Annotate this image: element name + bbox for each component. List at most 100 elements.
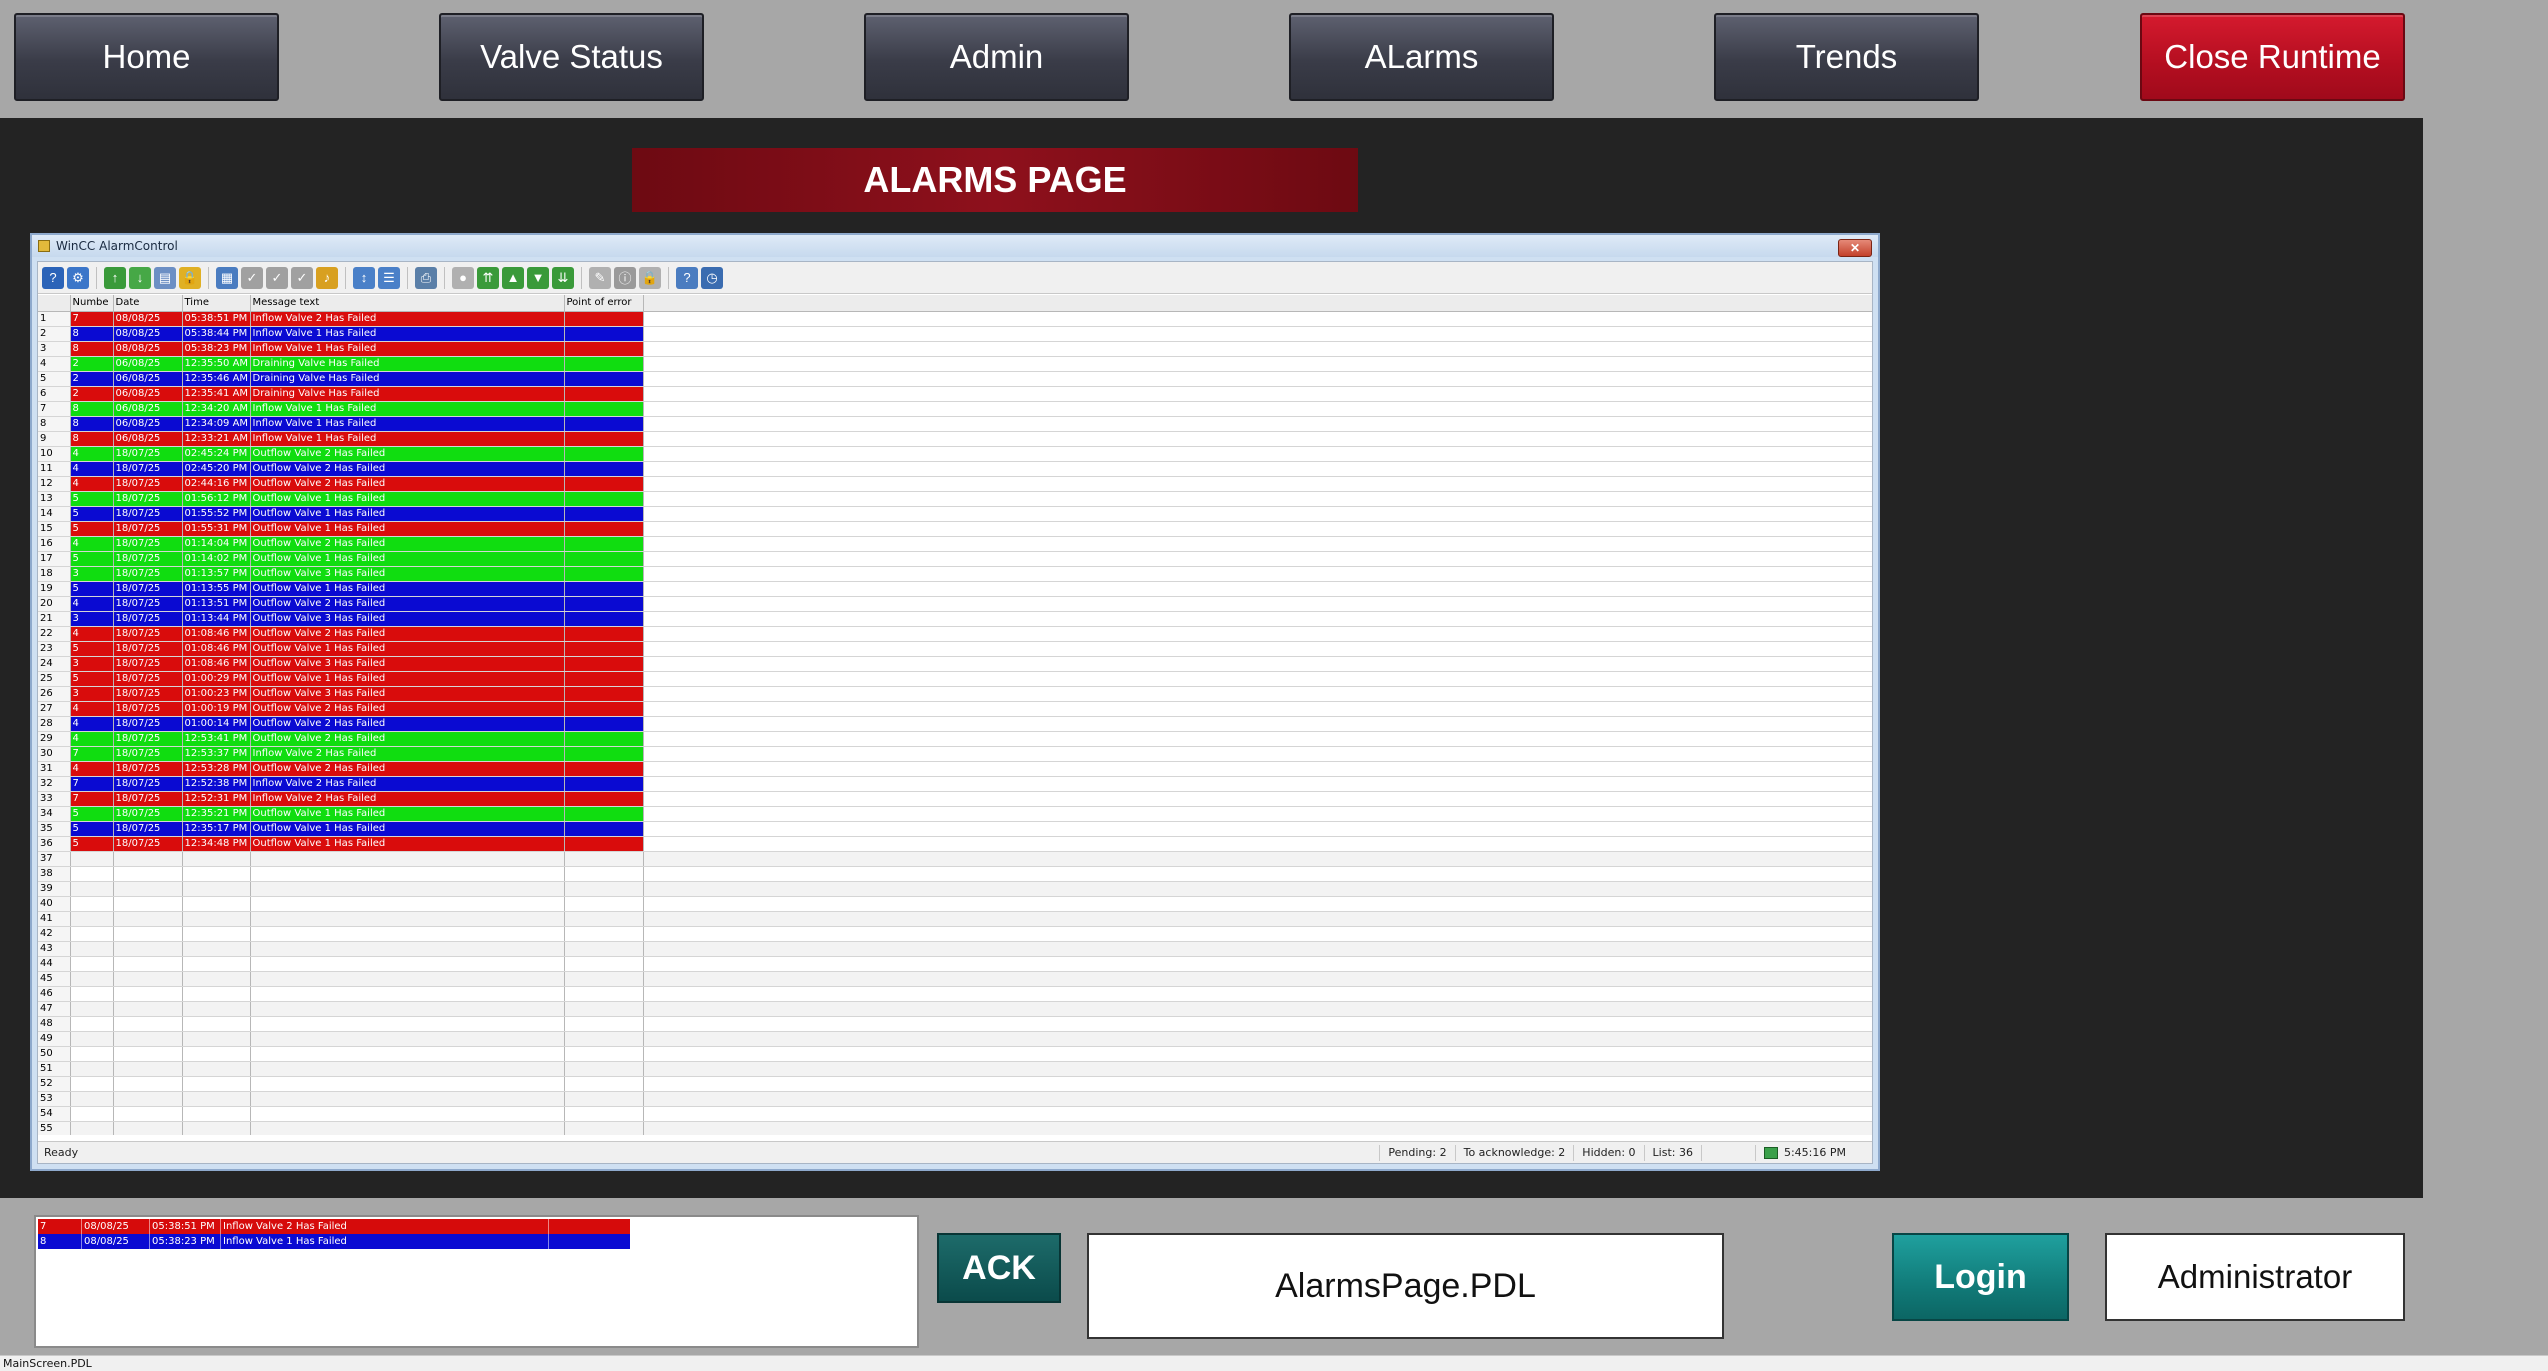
alarm-number-cell: 5 xyxy=(70,836,114,852)
row-number: 27 xyxy=(38,701,71,717)
alarm-row[interactable]: 31 4 18/07/25 12:53:28 PM Outflow Valve 2 Ha… xyxy=(38,761,1872,777)
time-icon[interactable]: ◷ xyxy=(701,266,723,289)
column-header-message[interactable]: Message text xyxy=(250,295,565,312)
ack-single-icon[interactable]: ✓ xyxy=(241,266,263,289)
empty-cell xyxy=(564,971,644,987)
alarm-row[interactable]: 16 4 18/07/25 01:14:04 PM Outflow Valve 2 Ha… xyxy=(38,536,1872,552)
row-filler xyxy=(643,401,1872,417)
lock-alarm-icon[interactable]: 🔒 xyxy=(639,266,661,289)
alarm-row[interactable]: 15 5 18/07/25 01:55:31 PM Outflow Valve 1 Ha… xyxy=(38,521,1872,537)
first-page-icon[interactable]: ↑ xyxy=(104,266,126,289)
ack-group-icon[interactable]: ✓ xyxy=(266,266,288,289)
alarm-line-time: 05:38:23 PM xyxy=(150,1234,221,1249)
trends-button[interactable]: Trends xyxy=(1714,13,1979,101)
column-header-point-of-error[interactable]: Point of error xyxy=(564,295,644,312)
report-icon[interactable]: ▤ xyxy=(154,266,176,289)
alarm-line-row[interactable]: 8 08/08/25 05:38:23 PM Inflow Valve 1 Ha… xyxy=(38,1234,630,1249)
alarm-row[interactable]: 14 5 18/07/25 01:55:52 PM Outflow Valve 1 Ha… xyxy=(38,506,1872,522)
alarm-row[interactable]: 1 7 08/08/25 05:38:51 PM Inflow Valve 2 Has … xyxy=(38,311,1872,327)
alarm-row[interactable]: 30 7 18/07/25 12:53:37 PM Inflow Valve 2 Has… xyxy=(38,746,1872,762)
valve-status-button[interactable]: Valve Status xyxy=(439,13,704,101)
chart-icon[interactable]: ▦ xyxy=(216,266,238,289)
alarm-row[interactable]: 9 8 06/08/25 12:33:21 AM Inflow Valve 1 Has … xyxy=(38,431,1872,447)
alarm-row[interactable]: 24 3 18/07/25 01:08:46 PM Outflow Valve 3 Ha… xyxy=(38,656,1872,672)
alarm-row[interactable]: 3 8 08/08/25 05:38:23 PM Inflow Valve 1 Has … xyxy=(38,341,1872,357)
close-runtime-button[interactable]: Close Runtime xyxy=(2140,13,2405,101)
alarm-table-header: Numbe Date Time Message text Point of er… xyxy=(38,295,1872,312)
info-icon[interactable]: ⓘ xyxy=(614,266,636,289)
select-icon[interactable]: ☰ xyxy=(378,266,400,289)
alarm-row[interactable]: 25 5 18/07/25 01:00:29 PM Outflow Valve 1 Ha… xyxy=(38,671,1872,687)
row-filler xyxy=(643,371,1872,387)
sort-icon[interactable]: ↕ xyxy=(353,266,375,289)
lock-icon[interactable]: 🔒 xyxy=(179,266,201,289)
column-header-number[interactable]: Numbe xyxy=(70,295,114,312)
print-icon[interactable]: ⎙ xyxy=(415,266,437,289)
empty-cell xyxy=(182,1046,251,1062)
alarm-row[interactable]: 20 4 18/07/25 01:13:51 PM Outflow Valve 2 Ha… xyxy=(38,596,1872,612)
alarm-row[interactable]: 11 4 18/07/25 02:45:20 PM Outflow Valve 2 Ha… xyxy=(38,461,1872,477)
empty-cell xyxy=(564,1091,644,1107)
alarm-grid[interactable]: Numbe Date Time Message text Point of er… xyxy=(38,295,1872,1135)
alarm-date-cell: 18/07/25 xyxy=(113,686,183,702)
admin-button[interactable]: Admin xyxy=(864,13,1129,101)
comment-icon[interactable]: ✎ xyxy=(589,266,611,289)
login-button[interactable]: Login xyxy=(1892,1233,2069,1321)
alarm-row[interactable]: 28 4 18/07/25 01:00:14 PM Outflow Valve 2 Ha… xyxy=(38,716,1872,732)
alarm-row[interactable]: 13 5 18/07/25 01:56:12 PM Outflow Valve 1 Ha… xyxy=(38,491,1872,507)
alarm-row[interactable]: 33 7 18/07/25 12:52:31 PM Inflow Valve 2 Has… xyxy=(38,791,1872,807)
empty-cell xyxy=(70,881,114,897)
alarm-line-row[interactable]: 7 08/08/25 05:38:51 PM Inflow Valve 2 Ha… xyxy=(38,1219,630,1234)
alarm-row[interactable]: 26 3 18/07/25 01:00:23 PM Outflow Valve 3 Ha… xyxy=(38,686,1872,702)
help-icon[interactable]: ? xyxy=(42,266,64,289)
next-alarm-icon[interactable]: ▼ xyxy=(527,266,549,289)
toolbar-separator xyxy=(407,266,408,289)
alarm-time-cell: 12:35:50 AM xyxy=(182,356,251,372)
alarm-row[interactable]: 32 7 18/07/25 12:52:38 PM Inflow Valve 2 Has… xyxy=(38,776,1872,792)
alarm-row[interactable]: 12 4 18/07/25 02:44:16 PM Outflow Valve 2 Ha… xyxy=(38,476,1872,492)
bottom-icon[interactable]: ⇊ xyxy=(552,266,574,289)
alarm-row[interactable]: 18 3 18/07/25 01:13:57 PM Outflow Valve 3 Ha… xyxy=(38,566,1872,582)
alarm-message-cell: Inflow Valve 1 Has Failed xyxy=(250,341,565,357)
alarm-row[interactable]: 19 5 18/07/25 01:13:55 PM Outflow Valve 1 Ha… xyxy=(38,581,1872,597)
row-filler xyxy=(643,1091,1872,1107)
alarm-row[interactable]: 21 3 18/07/25 01:13:44 PM Outflow Valve 3 Ha… xyxy=(38,611,1872,627)
row-number: 25 xyxy=(38,671,71,687)
home-button[interactable]: Home xyxy=(14,13,279,101)
row-filler xyxy=(643,506,1872,522)
column-header-date[interactable]: Date xyxy=(113,295,183,312)
empty-row: 37 xyxy=(38,851,1872,867)
alarm-row[interactable]: 23 5 18/07/25 01:08:46 PM Outflow Valve 1 Ha… xyxy=(38,641,1872,657)
alarm-row[interactable]: 10 4 18/07/25 02:45:24 PM Outflow Valve 2 Ha… xyxy=(38,446,1872,462)
hornsignal-icon[interactable]: ♪ xyxy=(316,266,338,289)
row-filler xyxy=(643,1061,1872,1077)
alarm-toolbar: ? ⚙ ↑ ↓ ▤ 🔒 ▦ ✓ ✓ ✓ ♪ ↕ ☰ ⎙ ● ⇈ ▲ ▼ ⇊ ✎ ⓘ 🔒? ◷ xyxy=(38,262,1872,294)
alarm-row[interactable]: 35 5 18/07/25 12:35:17 PM Outflow Valve 1 Ha… xyxy=(38,821,1872,837)
alarm-row[interactable]: 34 5 18/07/25 12:35:21 PM Outflow Valve 1 Ha… xyxy=(38,806,1872,822)
alarm-row[interactable]: 5 2 06/08/25 12:35:46 AM Draining Valve Has … xyxy=(38,371,1872,387)
alarm-row[interactable]: 22 4 18/07/25 01:08:46 PM Outflow Valve 2 Ha… xyxy=(38,626,1872,642)
alarm-row[interactable]: 29 4 18/07/25 12:53:41 PM Outflow Valve 2 Ha… xyxy=(38,731,1872,747)
alarm-row[interactable]: 7 8 06/08/25 12:34:20 AM Inflow Valve 1 Has … xyxy=(38,401,1872,417)
alarm-row[interactable]: 6 2 06/08/25 12:35:41 AM Draining Valve Has … xyxy=(38,386,1872,402)
column-header-time[interactable]: Time xyxy=(182,295,251,312)
config-icon[interactable]: ⚙ xyxy=(67,266,89,289)
alarm-row[interactable]: 4 2 06/08/25 12:35:50 AM Draining Valve Has … xyxy=(38,356,1872,372)
ack-button[interactable]: ACK xyxy=(937,1233,1061,1303)
alarm-row[interactable]: 8 8 06/08/25 12:34:09 AM Inflow Valve 1 Has … xyxy=(38,416,1872,432)
ack-emergency-icon[interactable]: ✓ xyxy=(291,266,313,289)
alarm-row[interactable]: 2 8 08/08/25 05:38:44 PM Inflow Valve 1 Has … xyxy=(38,326,1872,342)
alarm-time-cell: 12:53:37 PM xyxy=(182,746,251,762)
alarm-line-panel[interactable]: 7 08/08/25 05:38:51 PM Inflow Valve 2 Ha… xyxy=(34,1215,919,1348)
loop-icon[interactable]: ● xyxy=(452,266,474,289)
alarm-row[interactable]: 17 5 18/07/25 01:14:02 PM Outflow Valve 1 Ha… xyxy=(38,551,1872,567)
alarm-row[interactable]: 36 5 18/07/25 12:34:48 PM Outflow Valve 1 Ha… xyxy=(38,836,1872,852)
history-icon[interactable]: ? xyxy=(676,266,698,289)
top-icon[interactable]: ⇈ xyxy=(477,266,499,289)
alarms-button[interactable]: ALarms xyxy=(1289,13,1554,101)
prev-alarm-icon[interactable]: ▲ xyxy=(502,266,524,289)
prev-page-icon[interactable]: ↓ xyxy=(129,266,151,289)
alarm-row[interactable]: 27 4 18/07/25 01:00:19 PM Outflow Valve 2 Ha… xyxy=(38,701,1872,717)
window-close-button[interactable]: ✕ xyxy=(1838,239,1872,257)
row-number: 47 xyxy=(38,1001,71,1017)
